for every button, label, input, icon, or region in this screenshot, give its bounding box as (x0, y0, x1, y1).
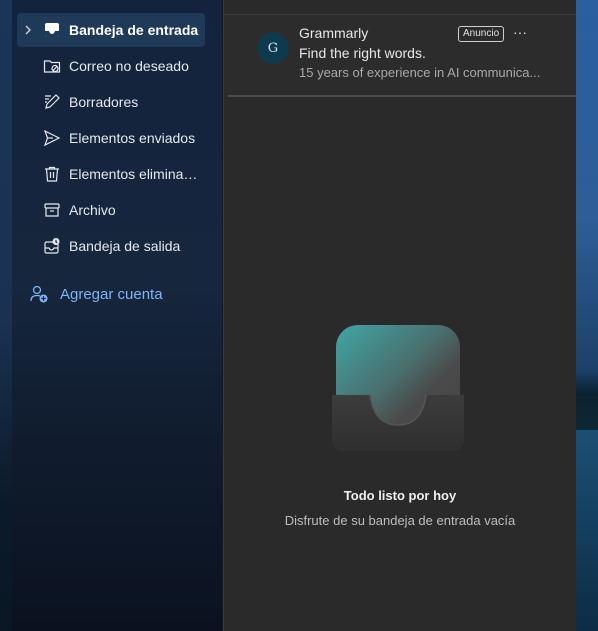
background-trees (575, 370, 598, 430)
add-account-button[interactable]: Agregar cuenta (29, 281, 219, 307)
background-water (575, 430, 598, 631)
ad-message-row[interactable]: G Grammarly Anuncio ··· Find the right w… (224, 15, 576, 95)
ad-subject: Find the right words. (299, 45, 426, 61)
outbox-icon (43, 237, 61, 255)
avatar: G (257, 32, 289, 64)
folder-label: Elementos eliminad... (69, 166, 201, 182)
folder-sidebar: Bandeja de entrada Correo no deseado Bor… (12, 0, 222, 631)
folder-label: Elementos enviados (69, 130, 196, 146)
folder-junk[interactable]: Correo no deseado (17, 49, 205, 83)
folder-label: Correo no deseado (69, 58, 189, 74)
folder-label: Bandeja de salida (69, 238, 181, 254)
folder-label: Borradores (69, 94, 139, 110)
ad-sender: Grammarly (299, 25, 369, 41)
ad-badge: Anuncio (458, 26, 505, 42)
folder-inbox[interactable]: Bandeja de entrada (17, 13, 205, 47)
folder-drafts[interactable]: Borradores (17, 85, 205, 119)
add-account-label: Agregar cuenta (60, 285, 163, 303)
inbox-icon (43, 21, 61, 39)
background-right-strip (575, 0, 598, 631)
empty-state-title: Todo listo por hoy (343, 488, 457, 503)
folder-outbox[interactable]: Bandeja de salida (17, 229, 205, 263)
archive-icon (43, 201, 61, 219)
empty-state-subtitle: Disfrute de su bandeja de entrada vacía (284, 513, 516, 528)
folder-label: Bandeja de entrada (69, 22, 199, 38)
junk-folder-icon (43, 57, 61, 75)
empty-inbox-illustration-icon (332, 325, 464, 451)
more-options-button[interactable]: ··· (512, 23, 528, 43)
folder-deleted[interactable]: Elementos eliminad... (17, 157, 205, 191)
message-list-pane: G Grammarly Anuncio ··· Find the right w… (223, 0, 576, 631)
trash-icon (43, 165, 61, 183)
ad-preview: 15 years of experience in AI communica..… (299, 65, 541, 80)
background-left-strip (0, 0, 12, 631)
folder-label: Archivo (69, 202, 116, 218)
divider (228, 95, 576, 97)
chevron-right-icon[interactable] (24, 13, 32, 47)
folder-sent[interactable]: Elementos enviados (17, 121, 205, 155)
add-person-icon (29, 284, 49, 304)
send-icon (43, 129, 61, 147)
pencil-drafts-icon (43, 93, 61, 111)
folder-archive[interactable]: Archivo (17, 193, 205, 227)
